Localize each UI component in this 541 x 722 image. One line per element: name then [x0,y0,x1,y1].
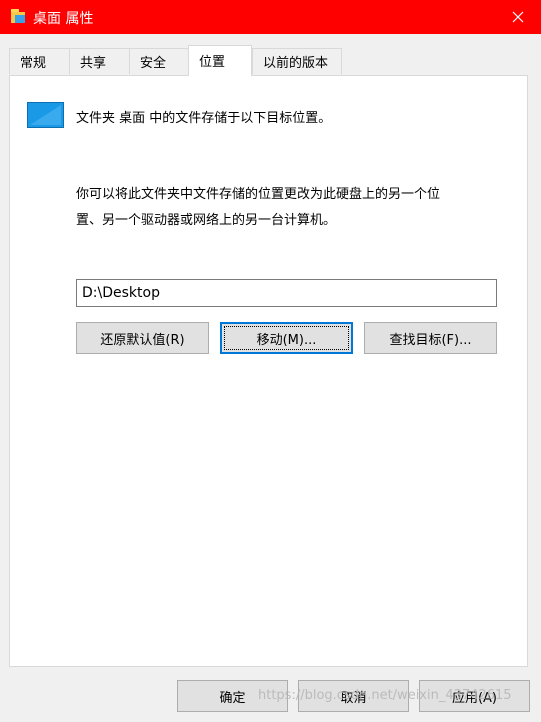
tab-security[interactable]: 安全 [129,48,189,74]
location-description: 你可以将此文件夹中文件存储的位置更改为此硬盘上的另一个位 置、另一个驱动器或网络… [76,182,506,234]
restore-default-button[interactable]: 还原默认值(R) [76,322,209,354]
move-button[interactable]: 移动(M)... [220,322,353,354]
tab-general[interactable]: 常规 [9,48,70,74]
tab-location[interactable]: 位置 [188,45,252,76]
close-icon [512,11,524,23]
tab-previous-versions[interactable]: 以前的版本 [252,48,342,74]
close-button[interactable] [495,0,541,34]
title-bar: 桌面 属性 [0,0,541,34]
cancel-button[interactable]: 取消 [298,680,409,712]
folder-app-icon [11,9,25,23]
location-heading: 文件夹 桌面 中的文件存储于以下目标位置。 [76,111,332,126]
desktop-folder-icon [27,102,64,128]
path-input[interactable] [76,279,497,307]
tab-sharing[interactable]: 共享 [69,48,130,74]
apply-button[interactable]: 应用(A) [419,680,530,712]
properties-window: 桌面 属性 常规 共享 安全 位置 以前的版本 文件夹 桌面 中的文件存储于以下… [0,0,541,722]
location-panel: 文件夹 桌面 中的文件存储于以下目标位置。 你可以将此文件夹中文件存储的位置更改… [9,75,528,667]
ok-button[interactable]: 确定 [177,680,288,712]
window-title: 桌面 属性 [33,11,94,27]
description-line-1: 你可以将此文件夹中文件存储的位置更改为此硬盘上的另一个位 [76,187,441,202]
description-line-2: 置、另一个驱动器或网络上的另一台计算机。 [76,213,337,228]
find-target-button[interactable]: 查找目标(F)... [364,322,497,354]
